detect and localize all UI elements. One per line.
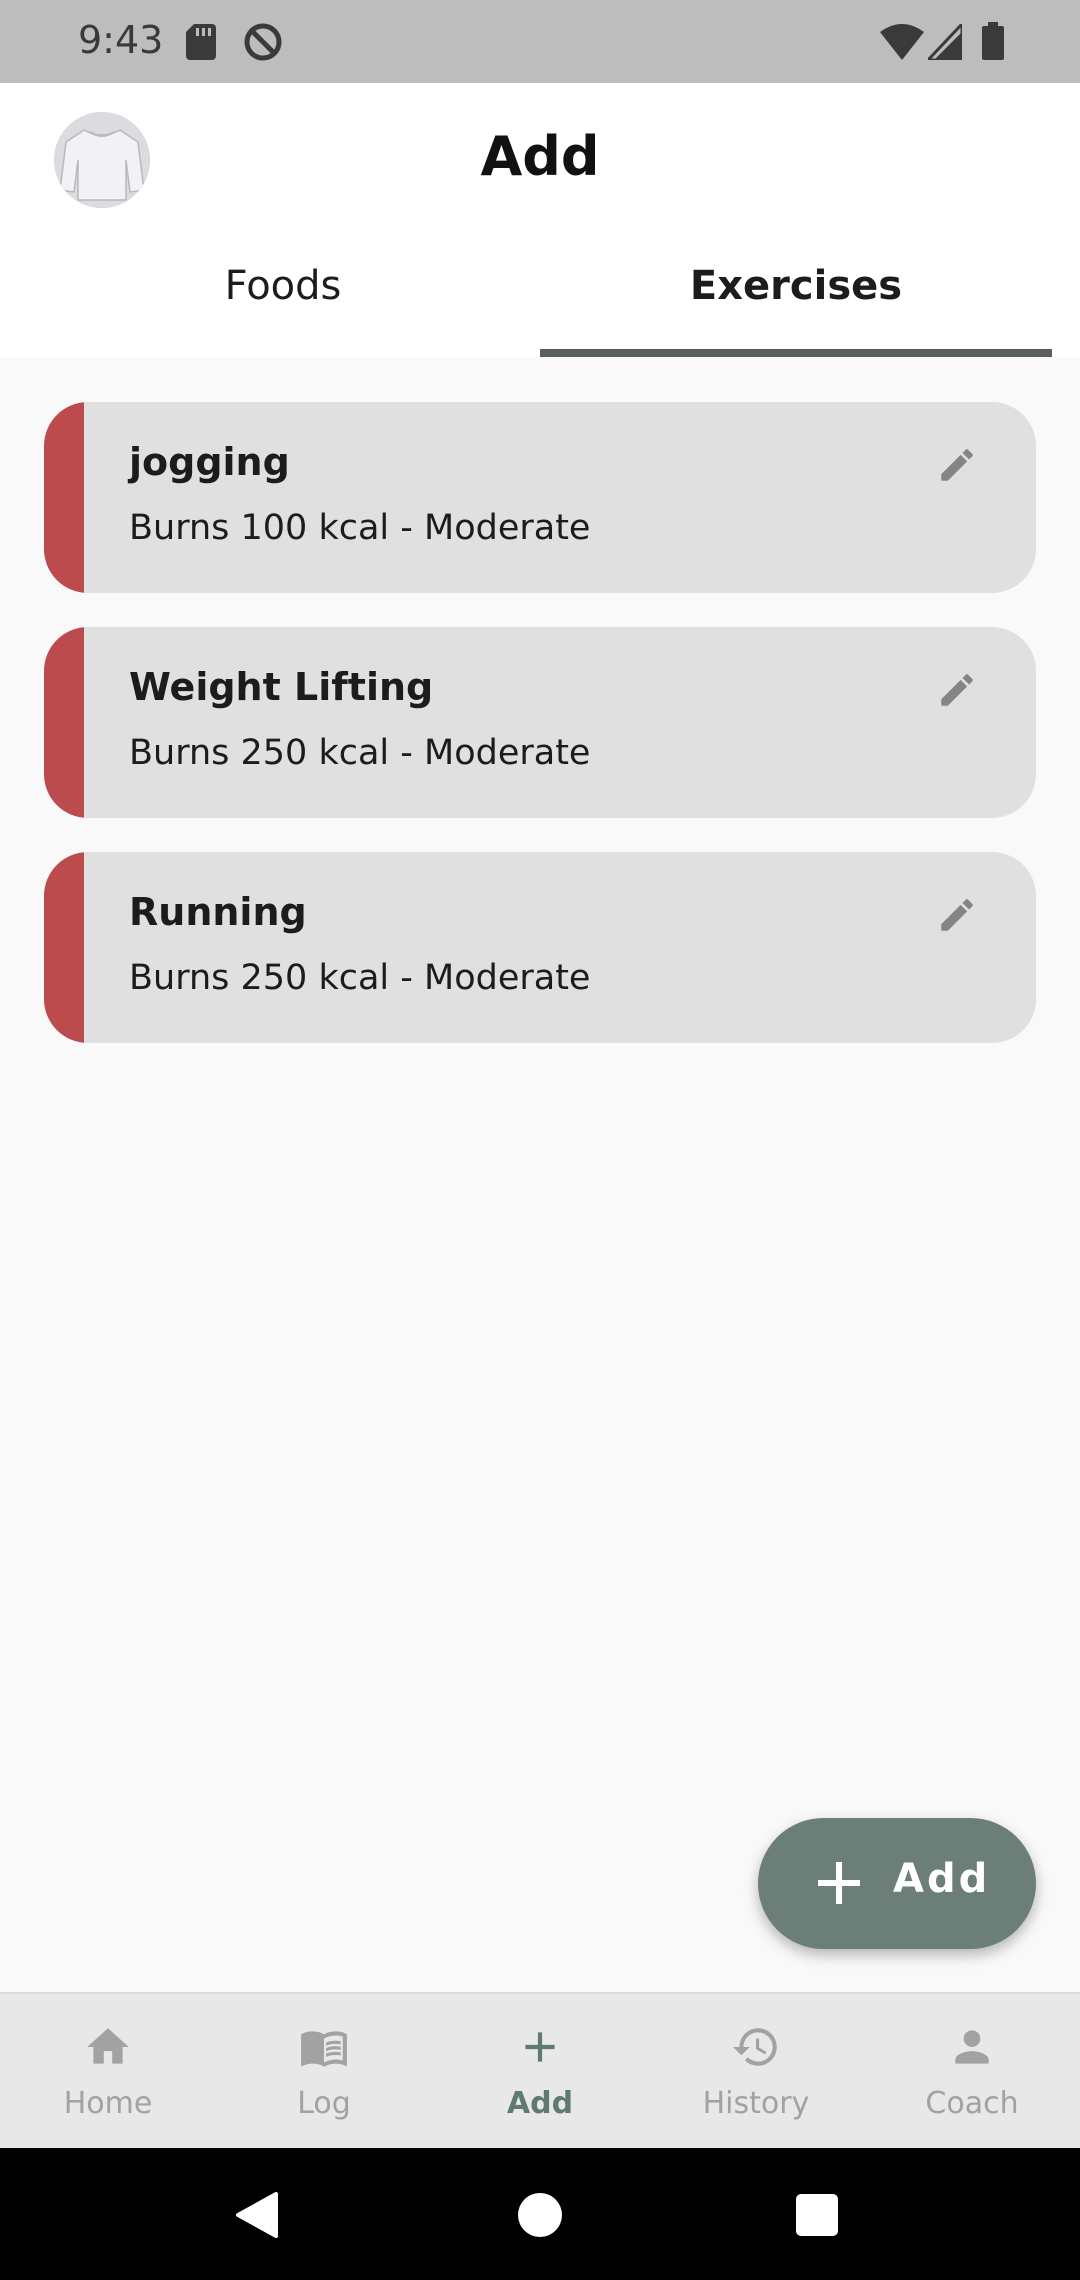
home-button-icon[interactable] xyxy=(518,2193,562,2237)
edit-icon[interactable] xyxy=(936,444,978,486)
sd-card-icon xyxy=(186,24,216,60)
card-accent-bar xyxy=(44,627,84,818)
fab-label: Add xyxy=(893,1856,991,1902)
card-accent-bar xyxy=(44,852,84,1043)
tab-exercises[interactable]: Exercises xyxy=(526,263,1066,309)
exercise-name: Weight Lifting xyxy=(129,665,434,709)
status-bar: 9:43 xyxy=(0,0,1080,83)
plus-icon xyxy=(818,1862,860,1904)
edit-icon[interactable] xyxy=(936,894,978,936)
edit-icon[interactable] xyxy=(936,669,978,711)
exercise-name: Running xyxy=(129,890,307,934)
page-title: Add xyxy=(480,125,600,188)
history-icon xyxy=(733,2028,777,2066)
book-icon xyxy=(301,2031,347,2067)
tab-selected-indicator xyxy=(540,349,1052,357)
status-time: 9:43 xyxy=(78,18,164,62)
back-icon[interactable] xyxy=(232,2190,282,2240)
nav-item-home[interactable]: Home xyxy=(0,1994,216,2150)
nav-label: History xyxy=(702,2086,810,2121)
exercise-detail: Burns 100 kcal - Moderate xyxy=(129,508,591,548)
app-header: Add Foods Exercises xyxy=(0,83,1080,357)
cell-signal-icon xyxy=(928,24,962,60)
home-icon xyxy=(87,2028,129,2064)
tab-foods[interactable]: Foods xyxy=(13,263,553,309)
plus-icon xyxy=(525,2032,555,2062)
recents-icon[interactable] xyxy=(796,2194,838,2236)
card-accent-bar xyxy=(44,402,84,593)
battery-icon xyxy=(982,22,1004,60)
bottom-navigation: Home Log Add History Coach xyxy=(0,1992,1080,2148)
exercise-list: jogging Burns 100 kcal - Moderate Weight… xyxy=(44,402,1036,1077)
nav-label: Coach xyxy=(925,2086,1019,2121)
exercise-detail: Burns 250 kcal - Moderate xyxy=(129,733,591,773)
nav-item-add[interactable]: Add xyxy=(432,1994,648,2150)
nav-item-log[interactable]: Log xyxy=(216,1994,432,2150)
exercise-card[interactable]: Running Burns 250 kcal - Moderate xyxy=(44,852,1036,1043)
add-fab-button[interactable]: Add xyxy=(758,1818,1036,1949)
nav-label: Log xyxy=(297,2086,351,2121)
wifi-icon xyxy=(880,24,924,60)
nav-label: Home xyxy=(63,2086,153,2121)
nav-label: Add xyxy=(506,2086,574,2121)
exercise-detail: Burns 250 kcal - Moderate xyxy=(129,958,591,998)
nav-item-coach[interactable]: Coach xyxy=(864,1994,1080,2150)
system-navigation-bar xyxy=(0,2148,1080,2280)
exercise-name: jogging xyxy=(129,440,290,484)
nav-item-history[interactable]: History xyxy=(648,1994,864,2150)
exercise-card[interactable]: Weight Lifting Burns 250 kcal - Moderate xyxy=(44,627,1036,818)
do-not-disturb-icon xyxy=(244,23,282,61)
exercise-card[interactable]: jogging Burns 100 kcal - Moderate xyxy=(44,402,1036,593)
person-icon xyxy=(955,2030,989,2064)
